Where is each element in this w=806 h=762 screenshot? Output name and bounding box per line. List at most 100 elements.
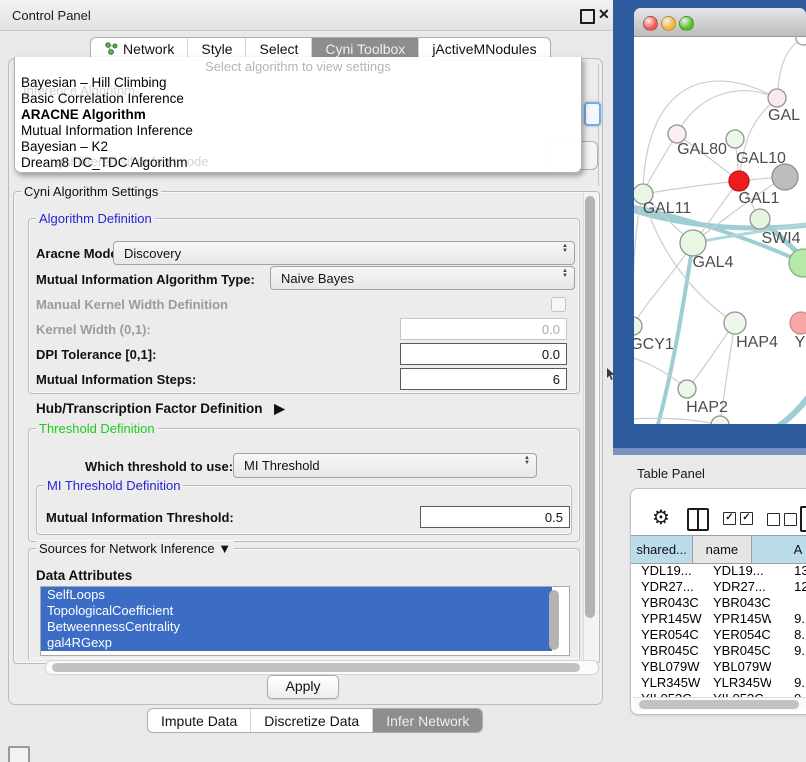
settings-hscrollbar-thumb[interactable]: [52, 663, 580, 672]
table-hscrollbar-thumb[interactable]: [639, 700, 799, 709]
attribute-list-item[interactable]: SelfLoops: [41, 587, 552, 603]
network-node-gcy1[interactable]: [634, 317, 642, 335]
stepper-arrows-icon: ▲▼: [524, 456, 530, 466]
network-node[interactable]: [772, 164, 798, 190]
network-node-gal10[interactable]: [726, 130, 744, 148]
table-row[interactable]: YBL079WYBL079W: [631, 659, 806, 675]
aracne-mode-combo[interactable]: Discovery ▲▼: [113, 241, 575, 265]
column-header-name[interactable]: name: [693, 536, 751, 563]
table-row[interactable]: YDR27...YDR27...12: [631, 579, 806, 595]
table-cell: YPR145W: [703, 611, 771, 627]
tab-impute-data[interactable]: Impute Data: [148, 709, 251, 732]
network-node-gal1[interactable]: [729, 171, 749, 191]
network-node-swi4[interactable]: [750, 209, 770, 229]
network-window-titlebar[interactable]: [634, 8, 806, 37]
table-cell: 13: [771, 563, 806, 579]
hub-definition-label: Hub/Transcription Factor Definition: [36, 401, 263, 416]
kernel-width-field[interactable]: [400, 318, 567, 340]
table-cell: 12: [771, 579, 806, 595]
table-row[interactable]: YPR145WYPR145W9.: [631, 611, 806, 627]
network-node-label: GAL: [768, 107, 800, 124]
mi-type-value: Naive Bayes: [281, 271, 354, 286]
column-header-shared[interactable]: shared...: [631, 536, 693, 563]
table-cell: 8.: [771, 627, 806, 643]
close-traffic-light-icon[interactable]: [643, 16, 658, 31]
close-icon[interactable]: ✕: [598, 6, 610, 23]
attributes-scrollbar-thumb[interactable]: [549, 590, 559, 650]
dpi-tolerance-field[interactable]: [400, 343, 567, 365]
table-cell: [771, 595, 806, 611]
column-header-a[interactable]: A: [752, 536, 806, 563]
network-edge: [687, 323, 735, 389]
checked-box-icon[interactable]: ✓: [740, 512, 753, 525]
network-node-label: GAL11: [643, 200, 692, 217]
algorithm-option[interactable]: Mutual Information Inference: [19, 123, 577, 139]
attribute-list-item[interactable]: BetweennessCentrality: [41, 619, 552, 635]
table-hscrollbar-track[interactable]: [633, 697, 806, 711]
table-row[interactable]: YBR043CYBR043C: [631, 595, 806, 611]
network-node-gal[interactable]: [768, 89, 786, 107]
mi-steps-field[interactable]: [400, 368, 567, 390]
algorithm-option[interactable]: Dream8 DC_TDC Algorithm: [19, 155, 577, 171]
mi-type-combo[interactable]: Naive Bayes ▲▼: [270, 266, 575, 290]
network-node-y[interactable]: [790, 312, 806, 334]
network-node-label: SWI4: [761, 230, 800, 247]
network-node-hap4[interactable]: [724, 312, 746, 334]
mi-type-label: Mutual Information Algorithm Type:: [36, 272, 255, 287]
table-row[interactable]: YLR345WYLR345W9.: [631, 675, 806, 691]
minimize-traffic-light-icon[interactable]: [661, 16, 676, 31]
table-cell: YBL079W: [703, 659, 771, 675]
float-window-icon[interactable]: [580, 9, 595, 24]
network-node[interactable]: [711, 416, 729, 424]
checked-box-icon[interactable]: ✓: [723, 512, 736, 525]
network-edge: [634, 243, 693, 326]
table-cell: YBR045C: [631, 643, 703, 659]
table-cell: YBR043C: [703, 595, 771, 611]
screen: Control Panel ✕ NetworkStyleSelectCyni T…: [0, 0, 806, 762]
attribute-list-item[interactable]: TopologicalCoefficient: [41, 603, 552, 619]
gear-icon[interactable]: ⚙: [652, 505, 670, 530]
settings-hscrollbar-track[interactable]: [45, 660, 599, 675]
network-canvas[interactable]: GALGAL80GAL10GAL1GAL11SWI4GAL4GCY1HAP4YH…: [634, 37, 806, 424]
algorithm-option[interactable]: ARACNE Algorithm: [19, 107, 577, 123]
network-node[interactable]: [789, 249, 806, 277]
mi-threshold-field[interactable]: [420, 506, 570, 528]
table-row[interactable]: YER054CYER054C8.: [631, 627, 806, 643]
manual-kernel-checkbox[interactable]: [551, 297, 566, 312]
network-node-hap2[interactable]: [678, 380, 696, 398]
algorithm-option[interactable]: Basic Correlation Inference: [19, 91, 577, 107]
algorithm-option[interactable]: Bayesian – Hill Climbing: [19, 75, 577, 91]
split-columns-icon[interactable]: [687, 508, 709, 531]
zoom-traffic-light-icon[interactable]: [679, 16, 694, 31]
settings-scrollbar-thumb[interactable]: [585, 196, 595, 618]
tab-infer-network[interactable]: Infer Network: [373, 709, 482, 732]
table-cell: YLR345W: [703, 675, 771, 691]
table-row[interactable]: YBR045CYBR045C9.: [631, 643, 806, 659]
apply-button[interactable]: Apply: [267, 675, 339, 699]
which-threshold-combo[interactable]: MI Threshold ▲▼: [233, 453, 537, 478]
tab-discretize-data[interactable]: Discretize Data: [251, 709, 373, 732]
hub-definition-expander[interactable]: Hub/Transcription Factor Definition ▶: [36, 401, 285, 417]
network-frame-edge: [613, 448, 806, 455]
unchecked-box-icon[interactable]: [784, 513, 797, 526]
tab-label: Discretize Data: [264, 713, 359, 729]
network-node-gal4[interactable]: [680, 230, 706, 256]
attribute-list-item[interactable]: gal4RGexp: [41, 635, 552, 651]
cyni-algorithm-settings-title: Cyni Algorithm Settings: [21, 184, 161, 199]
dock-panel-icon[interactable]: [8, 746, 30, 762]
tab-label: Select: [259, 41, 298, 57]
network-node-label: HAP2: [686, 399, 728, 416]
network-node-label: GCY1: [634, 336, 674, 353]
aracne-mode-value: Discovery: [124, 246, 181, 261]
collapse-down-icon[interactable]: ▼: [218, 541, 231, 556]
unchecked-box-icon[interactable]: [767, 513, 780, 526]
table-cell: YDR27...: [703, 579, 771, 595]
control-panel-titlebar: [0, 0, 613, 31]
document-icon[interactable]: [800, 506, 806, 532]
algorithm-option[interactable]: Bayesian – K2: [19, 139, 577, 155]
table-row[interactable]: YDL19...YDL19...13: [631, 563, 806, 579]
threshold-definition-title: Threshold Definition: [36, 421, 158, 436]
mi-threshold-group-title: MI Threshold Definition: [44, 478, 183, 493]
data-attributes-list[interactable]: SelfLoopsTopologicalCoefficientBetweenne…: [40, 586, 570, 656]
network-node[interactable]: [796, 37, 806, 45]
